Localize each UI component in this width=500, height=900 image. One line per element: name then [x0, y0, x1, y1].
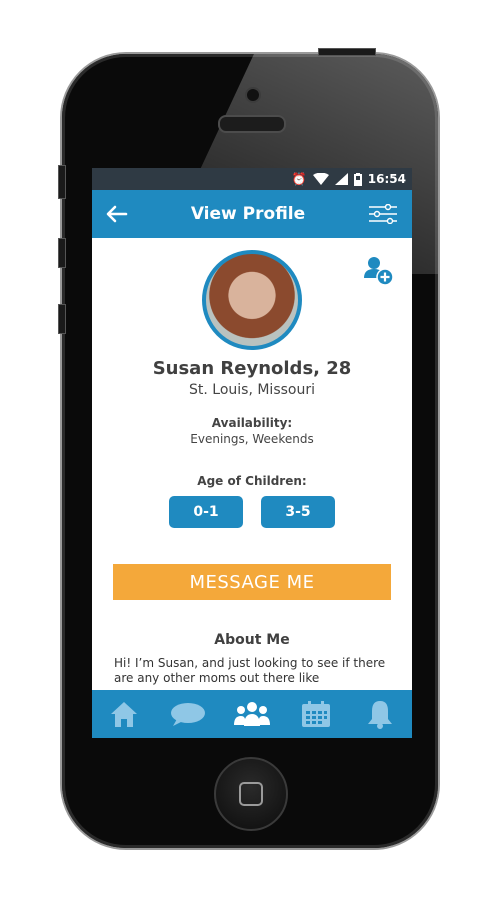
status-bar: ⏰ 16:54: [92, 168, 412, 190]
group-icon: [234, 702, 270, 726]
front-camera: [245, 87, 261, 103]
about-me-title: About Me: [214, 632, 290, 648]
add-friend-icon[interactable]: [362, 254, 394, 286]
children-age-label: Age of Children:: [197, 474, 307, 488]
children-age-chips: 0-1 3-5: [92, 496, 412, 528]
filter-sliders-icon[interactable]: [368, 204, 398, 224]
signal-icon: [334, 173, 348, 185]
message-me-button[interactable]: MESSAGE ME: [113, 564, 391, 600]
wifi-icon: [312, 173, 329, 185]
profile-avatar: [202, 250, 302, 350]
about-me-text: Hi! I’m Susan, and just looking to see i…: [114, 656, 386, 685]
home-button[interactable]: [214, 757, 288, 831]
bell-icon: [368, 701, 392, 729]
earpiece-speaker: [218, 115, 286, 133]
profile-name: Susan Reynolds, 28: [152, 358, 352, 379]
alarm-icon: ⏰: [291, 172, 307, 186]
age-chip[interactable]: 3-5: [261, 496, 335, 528]
age-chip[interactable]: 0-1: [169, 496, 243, 528]
availability-label: Availability:: [211, 416, 293, 430]
calendar-icon: [302, 701, 330, 727]
mute-switch: [58, 165, 66, 199]
status-time: 16:54: [367, 172, 406, 186]
profile-content: Susan Reynolds, 28 St. Louis, Missouri A…: [92, 238, 412, 690]
app-screen: ⏰ 16:54 View Profile Susan Reynolds, 28 …: [92, 168, 412, 738]
volume-down-button: [58, 304, 66, 334]
tab-chat[interactable]: [168, 697, 208, 731]
back-arrow-icon[interactable]: [106, 205, 128, 223]
tab-home[interactable]: [104, 697, 144, 731]
bottom-tab-bar: [92, 690, 412, 738]
volume-up-button: [58, 238, 66, 268]
profile-location: St. Louis, Missouri: [189, 382, 315, 398]
page-title: View Profile: [190, 204, 306, 224]
home-icon: [111, 702, 137, 727]
battery-icon: [353, 172, 362, 186]
availability-value: Evenings, Weekends: [190, 432, 314, 446]
power-button: [318, 48, 376, 56]
top-app-bar: View Profile: [92, 190, 412, 238]
tab-calendar[interactable]: [296, 697, 336, 731]
tab-notifications[interactable]: [360, 697, 400, 731]
chat-icon: [171, 703, 205, 726]
tab-community[interactable]: [232, 697, 272, 731]
